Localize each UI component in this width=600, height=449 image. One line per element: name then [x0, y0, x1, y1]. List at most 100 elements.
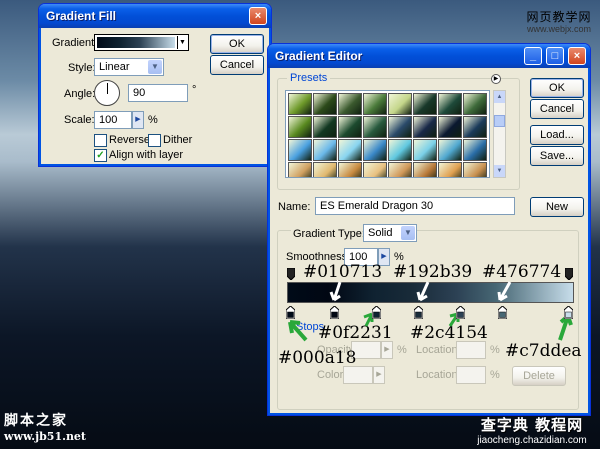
preset-swatch[interactable]	[338, 116, 362, 138]
chevron-down-icon[interactable]: ▼	[401, 226, 415, 240]
gradient-fill-dialog: Gradient Fill × Gradient: ▼ Style: Linea…	[38, 3, 272, 167]
scale-input[interactable]: 100	[94, 111, 132, 129]
watermark-top: 网页教学网 www.webjx.com	[520, 8, 598, 34]
preset-swatch[interactable]	[438, 162, 462, 177]
preset-swatch[interactable]	[363, 93, 387, 115]
degree-symbol: °	[192, 84, 197, 96]
preset-swatch[interactable]	[288, 93, 312, 115]
ok-button[interactable]: OK	[210, 34, 264, 54]
style-select[interactable]: Linear ▼	[94, 58, 164, 76]
color-location-label: Location:	[416, 369, 461, 381]
color-stop-c7ddea[interactable]	[563, 305, 574, 320]
preset-swatch[interactable]	[388, 162, 412, 177]
opacity-location-percent: %	[490, 344, 500, 356]
angle-dial[interactable]	[94, 80, 120, 106]
gradient-label: Gradient:	[52, 37, 98, 49]
scroll-thumb[interactable]	[494, 115, 505, 127]
preset-swatch[interactable]	[463, 116, 487, 138]
opacity-stop-right[interactable]	[564, 267, 574, 281]
style-select-value: Linear	[99, 61, 130, 73]
annotation-color-2c4154: #2c4154	[410, 323, 488, 343]
preset-swatch[interactable]	[438, 116, 462, 138]
annotation-color-192b39: #192b39	[393, 262, 473, 282]
angle-dial-needle	[107, 83, 108, 94]
minimize-icon[interactable]: _	[524, 47, 542, 65]
watermark-bottom: 查字典 教程网 jiaocheng.chazidian.com	[468, 414, 596, 446]
annotation-color-476774: #476774	[482, 262, 562, 282]
preset-swatch[interactable]	[413, 139, 437, 161]
close-icon[interactable]: ×	[568, 47, 586, 65]
chevron-down-icon[interactable]: ▼	[177, 36, 187, 49]
gradient-ramp-bar[interactable]	[287, 282, 574, 303]
preset-swatch[interactable]	[313, 93, 337, 115]
preset-swatch[interactable]	[413, 162, 437, 177]
color-stop-000a18[interactable]	[285, 305, 296, 320]
preset-swatch[interactable]	[338, 162, 362, 177]
preset-swatch[interactable]	[438, 139, 462, 161]
dither-checkbox[interactable]	[148, 134, 161, 147]
preset-swatch[interactable]	[463, 139, 487, 161]
reverse-label: Reverse	[109, 134, 150, 146]
preset-swatch[interactable]	[363, 139, 387, 161]
ok-button[interactable]: OK	[530, 78, 584, 98]
color-stop-2c4154[interactable]	[371, 305, 382, 320]
preset-swatch[interactable]	[413, 93, 437, 115]
scale-slider-toggle[interactable]: ▶	[132, 111, 144, 129]
preset-swatch[interactable]	[438, 93, 462, 115]
preset-swatch[interactable]	[363, 162, 387, 177]
color-label: Color:	[317, 369, 347, 381]
preset-swatch[interactable]	[313, 116, 337, 138]
cancel-button[interactable]: Cancel	[530, 99, 584, 119]
align-checkbox[interactable]: ✓	[94, 149, 107, 162]
preset-swatch[interactable]	[338, 93, 362, 115]
name-input[interactable]: ES Emerald Dragon 30	[315, 197, 515, 215]
preset-swatch[interactable]	[313, 139, 337, 161]
close-icon[interactable]: ×	[249, 7, 267, 25]
chevron-down-icon[interactable]: ▼	[494, 165, 505, 177]
preset-swatch[interactable]	[413, 116, 437, 138]
gradient-picker[interactable]: ▼	[94, 34, 189, 51]
maximize-icon[interactable]: □	[546, 47, 564, 65]
chevron-up-icon[interactable]: ▲	[494, 91, 505, 103]
color-stop-0f2231[interactable]	[329, 305, 340, 320]
watermark-bottom-url: jiaocheng.chazidian.com	[477, 435, 587, 446]
chevron-down-icon[interactable]: ▼	[148, 60, 162, 74]
load-button[interactable]: Load...	[530, 125, 584, 145]
preset-swatch[interactable]	[463, 162, 487, 177]
color-stop-192b39[interactable]	[413, 305, 424, 320]
preset-swatch[interactable]	[388, 139, 412, 161]
preset-swatch[interactable]	[463, 93, 487, 115]
opacity-percent: %	[397, 344, 407, 356]
annotation-color-0f2231: #0f2231	[318, 323, 393, 343]
gradient-fill-titlebar[interactable]: Gradient Fill	[39, 4, 271, 28]
presets-menu-icon[interactable]: ▶	[491, 74, 501, 84]
color-stop-476774[interactable]	[497, 305, 508, 320]
preset-swatch[interactable]	[288, 116, 312, 138]
preset-swatch[interactable]	[288, 162, 312, 177]
annotation-color-c7ddea: #c7ddea	[505, 341, 582, 361]
preset-swatch[interactable]	[338, 139, 362, 161]
preset-swatch[interactable]	[388, 116, 412, 138]
preset-swatch[interactable]	[288, 139, 312, 161]
watermark-top-url: www.webjx.com	[526, 24, 591, 34]
new-button[interactable]: New	[530, 197, 584, 217]
color-location-input	[456, 366, 486, 384]
delete-button: Delete	[512, 366, 566, 386]
gradient-preview-swatch	[97, 37, 175, 48]
reverse-checkbox[interactable]	[94, 134, 107, 147]
color-slider-toggle: ▶	[373, 366, 385, 384]
watermark-left: 脚本之家 www.jb51.net	[4, 410, 86, 443]
presets-scrollbar[interactable]: ▲ ▼	[493, 90, 506, 178]
align-label: Align with layer	[109, 149, 183, 161]
annotation-color-000a18: #000a18	[278, 348, 357, 368]
cancel-button[interactable]: Cancel	[210, 55, 264, 75]
angle-input[interactable]: 90	[128, 84, 188, 102]
opacity-stop-left[interactable]	[286, 267, 296, 281]
color-stop-2c4154-b[interactable]	[455, 305, 466, 320]
preset-swatch[interactable]	[313, 162, 337, 177]
opacity-location-input	[456, 341, 486, 359]
preset-swatch[interactable]	[388, 93, 412, 115]
preset-swatch[interactable]	[363, 116, 387, 138]
gradient-type-select[interactable]: Solid ▼	[363, 224, 417, 242]
save-button[interactable]: Save...	[530, 146, 584, 166]
